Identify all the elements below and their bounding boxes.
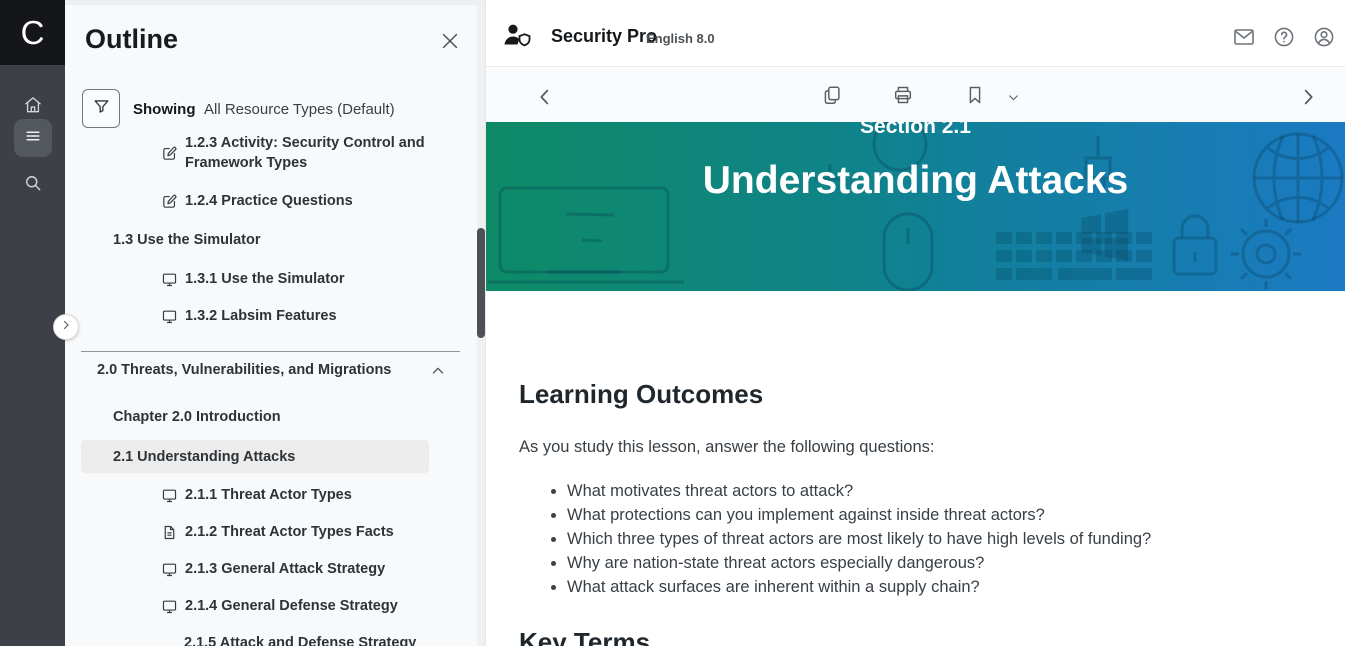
- question-item: What attack surfaces are inherent within…: [567, 575, 1305, 599]
- panel-expand-button[interactable]: [53, 314, 79, 340]
- main-content-column: Security Pro English 8.0: [486, 0, 1345, 646]
- account-button[interactable]: [1312, 25, 1336, 49]
- outline-item[interactable]: 2.1.3 General Attack Strategy: [161, 559, 385, 579]
- search-icon: [23, 173, 43, 198]
- course-edition: English 8.0: [646, 31, 715, 46]
- outline-menu-button[interactable]: [14, 119, 52, 157]
- outline-item-label: 1.2.4 Practice Questions: [185, 191, 353, 211]
- bookmark-menu-button[interactable]: [1007, 91, 1020, 109]
- question-item: What protections can you implement again…: [567, 503, 1305, 527]
- mail-icon: [1232, 36, 1256, 53]
- chevron-right-icon: [60, 318, 72, 336]
- edit-icon: [161, 145, 178, 162]
- question-list: What motivates threat actors to attack? …: [519, 479, 1305, 599]
- close-outline-button[interactable]: [439, 30, 461, 52]
- security-pro-icon: [502, 22, 532, 48]
- outline-item-label: 2.1.2 Threat Actor Types Facts: [185, 522, 394, 542]
- lesson-toolbar: [486, 67, 1345, 122]
- outline-item-label: 2.1.3 General Attack Strategy: [185, 559, 385, 579]
- outline-divider: [81, 351, 460, 352]
- outline-item[interactable]: 1.3.2 Labsim Features: [161, 306, 337, 326]
- outline-item[interactable]: 1.3 Use the Simulator: [113, 230, 260, 250]
- outline-item-label: 1.3.2 Labsim Features: [185, 306, 337, 326]
- app-window: C Outline: [0, 0, 1345, 646]
- outline-item-label: 1.3 Use the Simulator: [113, 230, 260, 250]
- banner-title: Understanding Attacks: [486, 159, 1345, 203]
- monitor-icon: [161, 308, 178, 325]
- outline-item[interactable]: Chapter 2.0 Introduction: [113, 407, 281, 427]
- filter-showing-label: Showing: [133, 101, 196, 118]
- brand-logo[interactable]: C: [0, 0, 65, 65]
- banner-section-label: Section 2.1: [486, 122, 1345, 138]
- edit-icon: [161, 193, 178, 210]
- monitor-icon: [161, 487, 178, 504]
- outline-item-label: Chapter 2.0 Introduction: [113, 407, 281, 427]
- mail-button[interactable]: [1232, 25, 1256, 49]
- filter-icon: [92, 97, 111, 121]
- next-page-button[interactable]: [1297, 86, 1319, 113]
- menu-icon: [23, 126, 43, 151]
- outline-panel: Outline Showing All Resource Types (Defa…: [65, 0, 486, 646]
- lesson-content: Learning Outcomes As you study this less…: [486, 291, 1345, 646]
- filter-value[interactable]: All Resource Types (Default): [204, 101, 395, 118]
- chevron-down-icon: [1007, 91, 1020, 109]
- outline-item[interactable]: 1.2.4 Practice Questions: [161, 191, 353, 211]
- print-button[interactable]: [892, 84, 914, 111]
- outline-item[interactable]: 1.2.3 Activity: Security Control and Fra…: [161, 133, 429, 173]
- outline-section-header[interactable]: 2.0 Threats, Vulnerabilities, and Migrat…: [97, 360, 427, 380]
- bookmark-button[interactable]: [964, 84, 986, 111]
- monitor-icon: [161, 271, 178, 288]
- account-icon: [1312, 36, 1336, 53]
- outline-item-label: 2.1.5 Attack and Defense Strategy: [184, 633, 416, 646]
- outline-title: Outline: [85, 24, 178, 55]
- chevron-up-icon: [429, 367, 447, 384]
- outline-item-label: 2.1 Understanding Attacks: [113, 447, 295, 467]
- panel-top-strip: [65, 0, 485, 5]
- outline-item[interactable]: 1.3.1 Use the Simulator: [161, 269, 345, 289]
- search-button[interactable]: [14, 166, 52, 204]
- question-item: What motivates threat actors to attack?: [567, 479, 1305, 503]
- outline-item-label: 2.1.4 General Defense Strategy: [185, 596, 398, 616]
- monitor-icon: [161, 598, 178, 615]
- outline-item[interactable]: 2.1.4 General Defense Strategy: [161, 596, 398, 616]
- outline-scrollbar-thumb[interactable]: [477, 228, 485, 338]
- monitor-icon: [161, 561, 178, 578]
- question-item: Why are nation-state threat actors espec…: [567, 551, 1305, 575]
- learning-outcomes-heading: Learning Outcomes: [519, 379, 1305, 410]
- course-title: Security Pro: [551, 26, 657, 47]
- tech-pattern-graphic: [486, 122, 1345, 291]
- print-icon: [892, 84, 914, 111]
- home-icon: [23, 95, 43, 120]
- copy-button[interactable]: [821, 84, 843, 111]
- outline-item-label: 2.0 Threats, Vulnerabilities, and Migrat…: [97, 360, 391, 380]
- chevron-right-icon: [1297, 86, 1319, 113]
- filter-button[interactable]: [82, 89, 120, 128]
- outline-item-label: 1.2.3 Activity: Security Control and Fra…: [185, 133, 429, 173]
- lesson-intro-text: As you study this lesson, answer the fol…: [519, 438, 1305, 457]
- outline-item[interactable]: 2.1.2 Threat Actor Types Facts: [161, 522, 394, 542]
- outline-item[interactable]: 2.1.1 Threat Actor Types: [161, 485, 352, 505]
- course-header: Security Pro English 8.0: [486, 0, 1345, 67]
- help-icon: [1272, 36, 1296, 53]
- help-button[interactable]: [1272, 25, 1296, 49]
- outline-item[interactable]: 2.1.5 Attack and Defense Strategy: [184, 633, 416, 646]
- section-banner: Section 2.1 Understanding Attacks: [486, 122, 1345, 291]
- chevron-left-icon: [534, 86, 556, 113]
- document-icon: [161, 524, 178, 541]
- key-terms-heading: Key Terms: [519, 627, 1305, 646]
- bookmark-icon: [964, 84, 986, 111]
- copy-icon: [821, 84, 843, 111]
- close-icon: [439, 39, 461, 56]
- outline-item-selected[interactable]: 2.1 Understanding Attacks: [113, 447, 295, 467]
- question-item: Which three types of threat actors are m…: [567, 527, 1305, 551]
- outline-item-label: 1.3.1 Use the Simulator: [185, 269, 345, 289]
- collapse-section-button[interactable]: [429, 362, 447, 380]
- outline-item-label: 2.1.1 Threat Actor Types: [185, 485, 352, 505]
- previous-page-button[interactable]: [534, 86, 556, 113]
